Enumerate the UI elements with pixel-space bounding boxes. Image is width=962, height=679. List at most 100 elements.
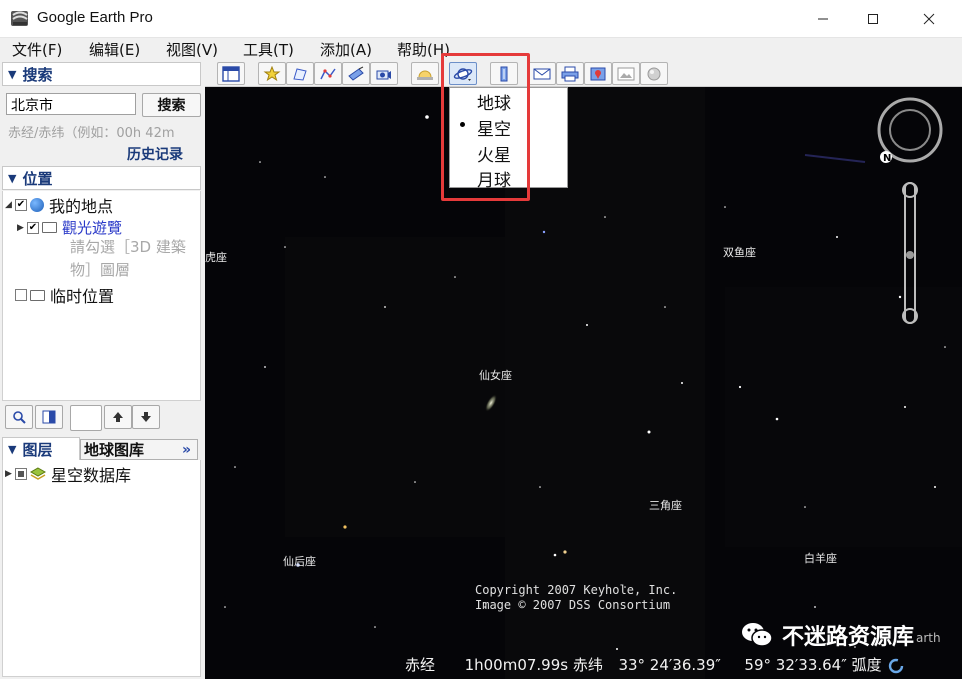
tree-item-label[interactable]: 觀光遊覽 xyxy=(62,217,122,238)
tree-item-my-places[interactable]: ◢ ✔ 我的地点 xyxy=(5,193,113,217)
search-hint-text: 赤经/赤纬（例如：00h 42m xyxy=(8,126,175,141)
tree-item-sky-database[interactable]: ▶ 星空数据库 xyxy=(5,462,131,486)
constellation-label: 双鱼座 xyxy=(723,246,756,259)
hint-line: 請勾選［3D 建築 xyxy=(70,238,186,256)
collapse-triangle-icon: ▼ xyxy=(8,442,17,456)
places-tree: ◢ ✔ 我的地点 ▶ ✔ 觀光遊覽 临时位置 xyxy=(2,191,201,401)
tree-item-temporary[interactable]: 临时位置 xyxy=(5,283,114,307)
menu-view[interactable]: 视图(V) xyxy=(166,39,218,60)
constellation-label: 三角座 xyxy=(649,499,682,512)
dec-value: 33° 24′36.39″ xyxy=(618,656,721,674)
highlight-box xyxy=(441,53,530,201)
menu-file[interactable]: 文件(F) xyxy=(12,39,62,60)
checkbox-partial[interactable] xyxy=(15,468,27,480)
envelope-icon xyxy=(533,68,551,79)
tree-item-label: 临时位置 xyxy=(50,287,115,306)
email-button[interactable] xyxy=(528,62,556,85)
zoom-slider[interactable] xyxy=(902,182,918,324)
layers-panel-title: 图层 xyxy=(22,440,53,459)
record-tour-button[interactable] xyxy=(370,62,398,85)
layers-panel-header[interactable]: ▼ 图层 xyxy=(2,437,80,461)
view-in-maps-button[interactable] xyxy=(584,62,612,85)
hint-line: 物］圖層 xyxy=(70,261,131,279)
collapse-triangle-icon: ▼ xyxy=(8,67,17,81)
minimize-icon xyxy=(818,18,828,20)
search-panel-header[interactable]: ▼ 搜索 xyxy=(2,62,201,86)
menu-add[interactable]: 添加(A) xyxy=(320,39,372,60)
earth-gallery-button[interactable]: 地球图库 » xyxy=(80,439,198,460)
add-image-overlay-button[interactable] xyxy=(342,62,370,85)
expand-down-icon[interactable]: ◢ xyxy=(5,200,15,210)
opacity-field[interactable] xyxy=(70,405,102,431)
watermark: 不迷路资源库 arth xyxy=(740,619,941,651)
loading-ring-icon xyxy=(889,658,904,673)
add-polygon-button[interactable] xyxy=(286,62,314,85)
main-toolbar xyxy=(205,60,962,87)
expand-right-icon[interactable]: ▶ xyxy=(5,469,15,479)
tree-item-label: 星空数据库 xyxy=(51,466,132,485)
copyright-line: Image © 2007 DSS Consortium xyxy=(475,598,671,612)
collapse-triangle-icon: ▼ xyxy=(8,171,17,185)
close-button[interactable] xyxy=(906,0,952,38)
save-image-button[interactable] xyxy=(612,62,640,85)
maximize-icon xyxy=(868,14,878,24)
sidebar-toggle-icon xyxy=(222,65,240,82)
title-bar: Google Earth Pro xyxy=(0,0,962,38)
sky-viewport[interactable]: 虎座 双鱼座 仙女座 三角座 仙后座 白羊座 N Copyright 2007 … xyxy=(205,87,962,679)
ra-label: 赤经 xyxy=(405,656,436,674)
expand-right-icon[interactable]: ▶ xyxy=(17,223,27,233)
map-pin-icon xyxy=(590,67,606,80)
search-button[interactable]: 搜索 xyxy=(142,93,201,117)
folder-icon xyxy=(42,222,57,233)
checkbox-checked[interactable]: ✔ xyxy=(27,221,39,234)
navigation-compass[interactable]: N xyxy=(875,95,945,345)
history-link[interactable]: 历史记录 xyxy=(127,144,183,164)
printer-icon xyxy=(561,66,579,81)
svg-text:N: N xyxy=(883,153,891,164)
move-up-button[interactable] xyxy=(104,405,132,429)
places-panel-header[interactable]: ▼ 位置 xyxy=(2,166,201,190)
move-down-button[interactable] xyxy=(132,405,160,429)
checkbox-checked[interactable]: ✔ xyxy=(15,199,27,211)
north-indicator-icon: N xyxy=(880,151,892,164)
arrow-up-icon xyxy=(113,412,123,422)
polygon-icon xyxy=(293,67,307,81)
constellation-label: 虎座 xyxy=(205,251,227,264)
add-placemark-button[interactable] xyxy=(258,62,286,85)
status-bar: 赤经 1h00m07.99s 赤纬 33° 24′36.39″ 59° 32′3… xyxy=(405,654,904,675)
constellation-label: 仙后座 xyxy=(283,555,316,568)
toggle-panel-button[interactable] xyxy=(35,405,63,429)
arrow-down-icon xyxy=(141,412,151,422)
picture-icon xyxy=(617,67,635,80)
tree-item-sightseeing[interactable]: ▶ ✔ 觀光遊覽 xyxy=(17,217,122,238)
search-panel-title: 搜索 xyxy=(22,65,53,84)
layers-tree: ▶ 星空数据库 xyxy=(2,460,201,677)
ra-value: 1h00m07.99s xyxy=(464,656,569,674)
checkbox-unchecked[interactable] xyxy=(15,289,27,301)
globe-icon xyxy=(30,198,44,212)
google-earth-pro-icon xyxy=(11,11,28,26)
mars-button[interactable] xyxy=(640,62,668,85)
sunlight-button[interactable] xyxy=(411,62,439,85)
search-input[interactable]: 北京市 xyxy=(6,93,136,115)
menu-tools[interactable]: 工具(T) xyxy=(243,39,294,60)
places-panel-title: 位置 xyxy=(22,169,53,188)
constellation-label: 白羊座 xyxy=(804,552,837,565)
search-places-button[interactable] xyxy=(5,405,33,429)
double-chevron-icon: » xyxy=(181,441,191,458)
sidebar-toggle-button[interactable] xyxy=(217,62,245,85)
magnifier-icon xyxy=(13,411,26,424)
sidebar: ▼ 搜索 北京市 搜索 赤经/赤纬（例如：00h 42m 历史记录 ▼ 位置 ◢… xyxy=(0,60,205,679)
window-title: Google Earth Pro xyxy=(37,9,153,26)
maximize-button[interactable] xyxy=(850,0,896,38)
menu-edit[interactable]: 编辑(E) xyxy=(89,39,140,60)
places-toolbar xyxy=(0,405,205,431)
panel-toggle-icon xyxy=(42,410,56,424)
wechat-icon xyxy=(742,623,773,647)
copyright-notice: Copyright 2007 Keyhole, Inc. Image © 200… xyxy=(475,583,677,613)
arc-value: 59° 32′33.64″ xyxy=(744,656,847,674)
print-button[interactable] xyxy=(556,62,584,85)
copyright-line: Copyright 2007 Keyhole, Inc. xyxy=(475,583,678,597)
minimize-button[interactable] xyxy=(800,0,846,38)
add-path-button[interactable] xyxy=(314,62,342,85)
